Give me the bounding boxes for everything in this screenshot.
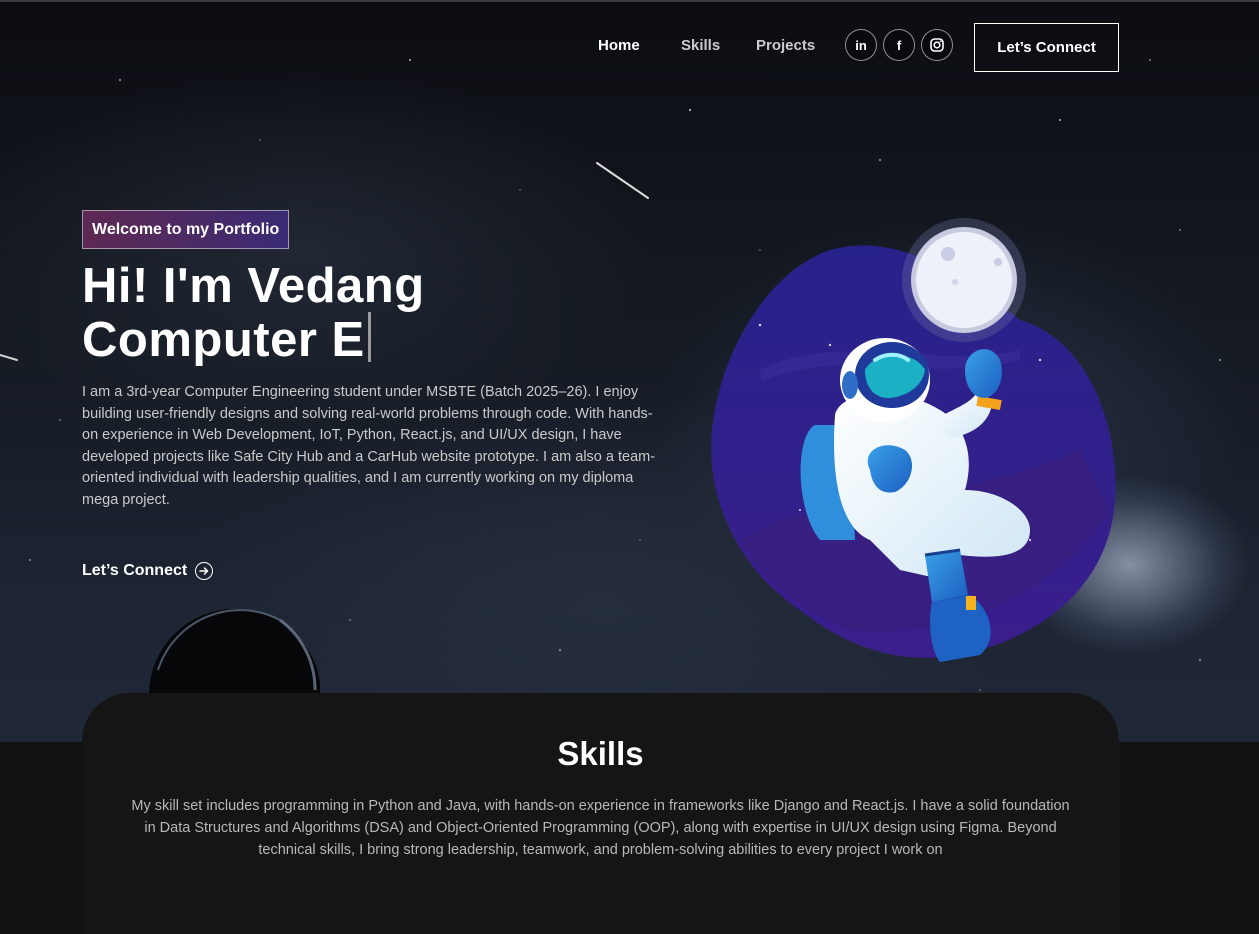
skills-title: Skills [557,735,644,772]
portfolio-page: Home Skills Projects in f Let’s Connect … [0,0,1259,934]
facebook-icon[interactable]: f [883,29,915,61]
linkedin-glyph: in [855,37,867,53]
astronaut-illustration [711,218,1116,662]
instagram-icon[interactable] [921,29,953,61]
skills-card: Skills My skill set includes programming… [82,693,1119,934]
hero-title-line-2-wrapper: Computer E [82,312,562,366]
arrow-right-circle-icon [195,562,214,580]
top-navbar: Home Skills Projects in f Let’s Connect [0,23,1259,72]
hero-description: I am a 3rd-year Computer Engineering stu… [82,384,656,508]
hero-title-line-1: Hi! I'm Vedang [82,259,425,313]
nav-link-skills[interactable]: Skills [681,37,720,54]
hero-title: Hi! I'm Vedang Computer E [82,260,562,366]
nav-link-projects[interactable]: Projects [756,37,815,54]
hero-connect-label: Let’s Connect [82,562,188,579]
facebook-glyph: f [896,37,902,53]
skills-description: My skill set includes programming in Pyt… [131,798,1070,858]
welcome-tagline: Welcome to my Portfolio [82,210,290,249]
typing-cursor [367,312,371,362]
lets-connect-button[interactable]: Let’s Connect [974,23,1119,72]
hero-section [0,0,1259,780]
instagram-glyph [930,38,944,52]
linkedin-icon[interactable]: in [845,29,877,61]
nav-link-home[interactable]: Home [598,37,640,54]
hero-title-line-2: Computer E [82,313,365,367]
hero-connect-link[interactable]: Let’s Connect [82,559,214,583]
